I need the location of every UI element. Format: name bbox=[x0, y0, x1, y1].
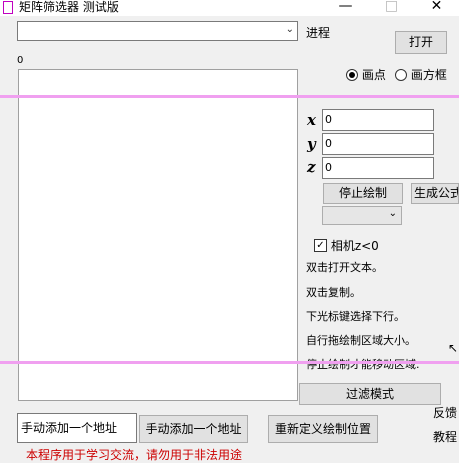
tip-line: 双击复制。 bbox=[306, 286, 361, 299]
filter-mode-button[interactable]: 过滤模式 bbox=[299, 383, 441, 405]
y-label: y bbox=[307, 135, 316, 153]
checkmark-icon: ✓ bbox=[314, 239, 327, 252]
x-field[interactable]: 0 bbox=[322, 109, 434, 131]
generate-formula-button[interactable]: 生成公式 bbox=[411, 183, 459, 204]
manual-add-button[interactable]: 手动添加一个地址 bbox=[139, 415, 248, 443]
app-window-icon bbox=[3, 1, 13, 14]
minimize-button[interactable]: — bbox=[323, 0, 368, 15]
manual-address-input[interactable]: 手动添加一个地址 bbox=[17, 413, 137, 443]
draw-area[interactable] bbox=[18, 69, 298, 401]
tip-line: 自行拖绘制区域大小。 bbox=[306, 334, 416, 347]
disclaimer-text: 本程序用于学习交流，请勿用于非法用途 bbox=[26, 448, 243, 462]
guide-line-top bbox=[0, 95, 459, 98]
chevron-down-icon: ⌄ bbox=[388, 208, 397, 219]
draw-box-radio[interactable]: 画方框 bbox=[395, 66, 447, 83]
open-button[interactable]: 打开 bbox=[395, 31, 447, 54]
maximize-button[interactable]: □ bbox=[369, 0, 414, 15]
tutorial-link[interactable]: 教程 bbox=[433, 430, 457, 444]
z-field[interactable]: 0 bbox=[322, 157, 434, 179]
radio-unselected-icon bbox=[395, 68, 407, 81]
camera-z-label: 相机z<0 bbox=[330, 239, 379, 253]
draw-box-label: 画方框 bbox=[410, 68, 447, 82]
close-button[interactable]: ✕ bbox=[414, 0, 459, 15]
formula-select[interactable]: ⌄ bbox=[322, 206, 402, 225]
radio-selected-icon bbox=[346, 68, 358, 81]
tip-line: 双击打开文本。 bbox=[306, 261, 383, 274]
y-field[interactable]: 0 bbox=[322, 133, 434, 155]
feedback-link[interactable]: 反馈 bbox=[433, 406, 457, 420]
stop-draw-button[interactable]: 停止绘制 bbox=[323, 183, 403, 204]
window-title: 矩阵筛选器 测试版 bbox=[19, 0, 119, 14]
process-label: 进程 bbox=[306, 26, 331, 40]
guide-line-bottom bbox=[0, 361, 459, 364]
count-label: 0 bbox=[17, 55, 24, 66]
z-label: z bbox=[307, 158, 316, 176]
tip-line: 下光标键选择下行。 bbox=[306, 310, 405, 323]
camera-z-checkbox[interactable]: ✓ 相机z<0 bbox=[314, 237, 379, 254]
draw-point-label: 画点 bbox=[361, 68, 386, 82]
draw-point-radio[interactable]: 画点 bbox=[346, 66, 386, 83]
redefine-draw-position-button[interactable]: 重新定义绘制位置 bbox=[268, 415, 378, 443]
chevron-down-icon: ⌄ bbox=[285, 24, 294, 35]
x-label: x bbox=[307, 111, 316, 129]
mouse-cursor-icon: ↖ bbox=[448, 341, 459, 355]
process-combo[interactable]: ⌄ bbox=[17, 21, 298, 41]
